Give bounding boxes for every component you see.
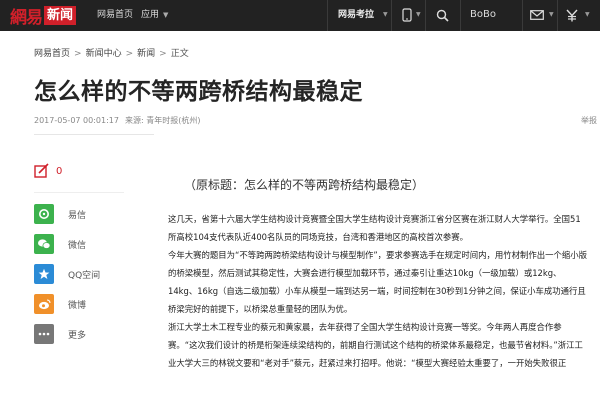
breadcrumb-home[interactable]: 网易首页 — [34, 49, 70, 59]
breadcrumb: 网易首页 > 新闻中心 > 新闻 > 正文 — [34, 48, 189, 60]
divider — [34, 134, 154, 135]
weibo-icon — [34, 294, 54, 314]
yixin-icon — [34, 204, 54, 224]
divider — [34, 192, 124, 193]
topbar-divider — [327, 0, 328, 31]
chevron-down-icon: ▼ — [585, 11, 590, 18]
share-yixin[interactable]: 易信 — [34, 199, 144, 229]
comment-icon — [34, 163, 49, 178]
topbar-divider — [460, 0, 461, 31]
nav-home-link[interactable]: 网易首页 — [97, 9, 133, 21]
share-label: 微信 — [68, 240, 87, 251]
topbar-divider — [425, 0, 426, 31]
chevron-down-icon: ▼ — [163, 11, 169, 19]
share-wechat[interactable]: 微信 — [34, 229, 144, 259]
phone-icon[interactable] — [397, 6, 417, 24]
article-lead: （原标题：怎么样的不等两跨桥结构最稳定） — [184, 178, 425, 192]
article-paragraph: 这几天，省第十六届大学生结构设计竞赛暨全国大学生结构设计竞赛浙江省分区赛在浙江财… — [168, 214, 581, 242]
report-link[interactable]: 举报 — [581, 115, 597, 126]
more-icon — [34, 324, 54, 344]
breadcrumb-news[interactable]: 新闻 — [137, 49, 155, 59]
share-more[interactable]: 更多 — [34, 319, 144, 349]
article-meta: 2017-05-07 00:01:17 来源: 青年时报(杭州) — [34, 115, 200, 126]
topbar-divider — [557, 0, 558, 31]
share-weibo[interactable]: 微博 — [34, 289, 144, 319]
search-icon[interactable] — [432, 6, 452, 24]
article-paragraph: 今年大赛的题目为“不等跨两跨桥梁结构设计与模型制作”，要求参赛选手在规定时间内，… — [168, 250, 588, 314]
article-paragraph: 浙江大学土木工程专业的蔡元和黄家晨，去年获得了全国大学生结构设计竞赛一等奖。今年… — [168, 322, 583, 368]
breadcrumb-news-center[interactable]: 新闻中心 — [86, 49, 122, 59]
article-date: 2017-05-07 00:01:17 — [34, 116, 119, 125]
wechat-icon — [34, 234, 54, 254]
breadcrumb-separator: > — [159, 49, 167, 59]
top-navbar: 網易 新闻 网易首页 应用 ▼ 网易考拉 ▼ ▼ BoBo ▼ ▼ — [0, 0, 600, 31]
breadcrumb-separator: > — [125, 49, 134, 59]
chevron-down-icon: ▼ — [416, 11, 421, 18]
topbar-divider — [522, 0, 523, 31]
comment-count: 0 — [56, 165, 63, 177]
share-label: 更多 — [68, 330, 87, 341]
breadcrumb-current: 正文 — [170, 49, 189, 59]
chevron-down-icon: ▼ — [383, 11, 388, 18]
logo-mark: 網易 — [10, 7, 43, 28]
article-body: （原标题：怎么样的不等两跨桥结构最稳定） 这几天，省第十六届大学生结构设计竞赛暨… — [168, 176, 588, 372]
netease-news-logo[interactable]: 網易 新闻 — [10, 4, 77, 28]
share-qzone[interactable]: QQ空间 — [34, 259, 144, 289]
share-sidebar: 0 易信 微信 QQ空间 微博 更多 — [34, 158, 144, 349]
topbar-divider — [391, 0, 392, 31]
user-menu[interactable]: BoBo — [470, 9, 496, 21]
kaola-link[interactable]: 网易考拉 — [338, 9, 374, 21]
logo-news: 新闻 — [44, 5, 77, 25]
share-label: 易信 — [68, 210, 87, 221]
yen-icon[interactable] — [562, 6, 582, 24]
chevron-down-icon: ▼ — [549, 11, 554, 18]
qzone-icon — [34, 264, 54, 284]
mail-icon[interactable] — [527, 6, 547, 24]
share-label: QQ空间 — [68, 270, 101, 281]
article-title: 怎么样的不等两跨桥结构最稳定 — [34, 79, 363, 105]
comment-button[interactable]: 0 — [34, 158, 144, 184]
nav-apps-label: 应用 — [141, 10, 160, 20]
article-source[interactable]: 来源: 青年时报(杭州) — [125, 116, 200, 125]
breadcrumb-separator: > — [74, 49, 82, 59]
share-label: 微博 — [68, 300, 87, 311]
nav-apps-menu[interactable]: 应用 ▼ — [141, 9, 168, 21]
